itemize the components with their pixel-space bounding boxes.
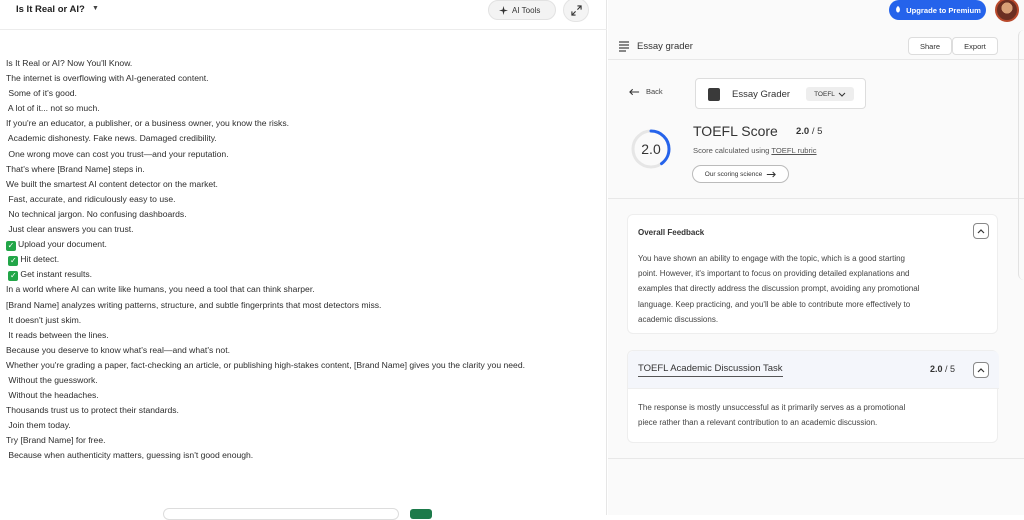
doc-line: Is It Real or AI? Now You'll Know. bbox=[6, 58, 133, 68]
scoring-science-button[interactable]: Our scoring science bbox=[692, 165, 789, 183]
rubric-tag-label: TOEFL bbox=[814, 90, 835, 98]
doc-line: It reads between the lines. bbox=[6, 329, 109, 340]
checklist-item: ✓ Get instant results. bbox=[6, 267, 596, 282]
document-body[interactable]: Is It Real or AI? Now You'll Know. The i… bbox=[6, 56, 596, 464]
task-line: The response is mostly unsuccessful as i… bbox=[638, 403, 906, 412]
chevron-down-icon bbox=[838, 92, 846, 97]
document-list-icon bbox=[619, 41, 629, 52]
avatar[interactable] bbox=[995, 0, 1019, 22]
doc-line: We built the smartest AI content detecto… bbox=[6, 178, 218, 189]
chevron-down-icon[interactable]: ▼ bbox=[92, 5, 99, 12]
doc-line: Join them today. bbox=[6, 420, 71, 431]
document-toolbar: Is It Real or AI? ▼ AI Tools bbox=[0, 0, 607, 30]
rubric-dropdown[interactable]: TOEFL bbox=[806, 87, 854, 101]
ai-tools-button[interactable]: AI Tools bbox=[488, 0, 556, 20]
checklist-item: ✓ Upload your document. bbox=[6, 237, 596, 252]
doc-line: Because you deserve to know what's real—… bbox=[6, 344, 230, 355]
rubric-link[interactable]: TOEFL rubric bbox=[771, 146, 816, 155]
checklist-item: ✓ Hit detect. bbox=[6, 252, 596, 267]
doc-line: Thousands trust us to protect their stan… bbox=[6, 405, 179, 416]
task-score-number: 2.0 bbox=[930, 364, 943, 374]
doc-line: Fast, accurate, and ridiculously easy to… bbox=[6, 193, 176, 204]
ai-tools-label: AI Tools bbox=[512, 5, 541, 15]
doc-line: Some of it's good. bbox=[6, 88, 77, 99]
doc-line: If you're an educator, a publisher, or a… bbox=[6, 118, 290, 129]
feedback-line: examples that directly address the discu… bbox=[638, 284, 920, 294]
rocket-icon bbox=[896, 6, 901, 13]
expand-button[interactable] bbox=[563, 0, 589, 22]
collapse-button[interactable] bbox=[973, 223, 989, 239]
doc-line: No technical jargon. No confusing dashbo… bbox=[6, 208, 187, 219]
arrow-left-icon bbox=[629, 88, 640, 95]
upgrade-button[interactable]: Upgrade to Premium bbox=[889, 0, 986, 20]
score-subtitle: Score calculated using TOEFL rubric bbox=[693, 146, 817, 155]
divider bbox=[608, 198, 1024, 199]
checkmark-icon: ✓ bbox=[8, 271, 19, 282]
doc-line: Without the guesswork. bbox=[6, 374, 98, 385]
send-button[interactable] bbox=[410, 509, 432, 519]
arrow-right-icon bbox=[767, 171, 777, 177]
document-pane: Is It Real or AI? ▼ AI Tools Is It Real … bbox=[0, 0, 607, 520]
export-button[interactable]: Export bbox=[952, 37, 998, 55]
score-number: 2.0 bbox=[641, 141, 661, 157]
doc-line: [Brand Name] analyzes writing patterns, … bbox=[6, 299, 382, 310]
science-label: Our scoring science bbox=[704, 170, 763, 178]
checklist-text: Hit detect. bbox=[20, 254, 60, 265]
feedback-text: You have shown an ability to engage with… bbox=[638, 251, 919, 327]
back-button[interactable]: Back bbox=[629, 87, 663, 96]
upgrade-label: Upgrade to Premium bbox=[906, 5, 981, 15]
doc-line: Academic dishonesty. Fake news. Damaged … bbox=[6, 133, 217, 144]
back-label: Back bbox=[646, 87, 663, 96]
score-max: / 5 bbox=[811, 126, 823, 137]
grader-sidebar: Upgrade to Premium Essay grader Share Ex… bbox=[608, 0, 1024, 515]
grader-header: Essay grader Share Export bbox=[608, 32, 1024, 60]
doc-line: Whether you're grading a paper, fact-che… bbox=[6, 359, 525, 370]
book-icon bbox=[708, 88, 720, 101]
chevron-up-icon bbox=[977, 367, 985, 372]
chevron-up-icon bbox=[977, 228, 985, 233]
task-text: The response is mostly unsuccessful as i… bbox=[638, 400, 905, 430]
feedback-line: language. Keep practicing, and you'll be… bbox=[638, 299, 911, 309]
score-title: TOEFL Score bbox=[693, 123, 778, 139]
doc-line: In a world where AI can write like human… bbox=[6, 284, 315, 295]
feedback-line: point. However, it's important to focus … bbox=[638, 269, 910, 279]
feedback-title: Overall Feedback bbox=[638, 228, 705, 237]
doc-line: Without the headaches. bbox=[6, 390, 99, 401]
doc-line: It doesn't just skim. bbox=[6, 314, 82, 325]
checkmark-icon: ✓ bbox=[6, 241, 16, 252]
overall-feedback-card: Overall Feedback You have shown an abili… bbox=[627, 214, 998, 334]
score-sub-prefix: Score calculated using bbox=[693, 146, 770, 155]
doc-line: That's where [Brand Name] steps in. bbox=[6, 163, 145, 174]
score-value-number: 2.0 bbox=[796, 126, 810, 137]
task-title[interactable]: TOEFL Academic Discussion Task bbox=[638, 363, 783, 377]
doc-line: The internet is overflowing with AI-gene… bbox=[6, 73, 209, 84]
task-line: piece rather than a relevant contributio… bbox=[638, 418, 878, 428]
score-value: 2.0 / 5 bbox=[796, 126, 822, 137]
task-score: 2.0 / 5 bbox=[930, 364, 955, 374]
feedback-line: academic discussions. bbox=[638, 314, 719, 324]
divider bbox=[608, 458, 1024, 459]
collapse-button[interactable] bbox=[973, 362, 989, 378]
document-title[interactable]: Is It Real or AI? bbox=[16, 4, 85, 15]
panel-title: Essay grader bbox=[637, 41, 693, 52]
expand-icon bbox=[570, 4, 582, 16]
bottom-input-bar[interactable] bbox=[163, 508, 399, 520]
doc-line: A lot of it... not so much. bbox=[6, 103, 100, 114]
sparkle-icon bbox=[499, 5, 508, 15]
task-card-header: TOEFL Academic Discussion Task 2.0 / 5 bbox=[628, 351, 999, 389]
doc-line: Because when authenticity matters, guess… bbox=[6, 450, 254, 461]
grader-card-label: Essay Grader bbox=[732, 89, 791, 100]
task-card: TOEFL Academic Discussion Task 2.0 / 5 T… bbox=[627, 350, 999, 443]
doc-line: One wrong move can cost you trust—and yo… bbox=[6, 148, 229, 159]
checkmark-icon: ✓ bbox=[8, 256, 19, 267]
grader-selector[interactable]: Essay Grader TOEFL bbox=[695, 78, 866, 109]
doc-line: Try [Brand Name] for free. bbox=[6, 435, 106, 446]
feedback-line: You have shown an ability to engage with… bbox=[638, 254, 905, 263]
side-panel-edge bbox=[1018, 30, 1024, 280]
checklist-text: Get instant results. bbox=[20, 269, 93, 280]
share-button[interactable]: Share bbox=[908, 37, 952, 55]
doc-line: Just clear answers you can trust. bbox=[6, 224, 134, 235]
checklist-text: Upload your document. bbox=[18, 239, 107, 250]
task-score-max: / 5 bbox=[945, 364, 956, 374]
